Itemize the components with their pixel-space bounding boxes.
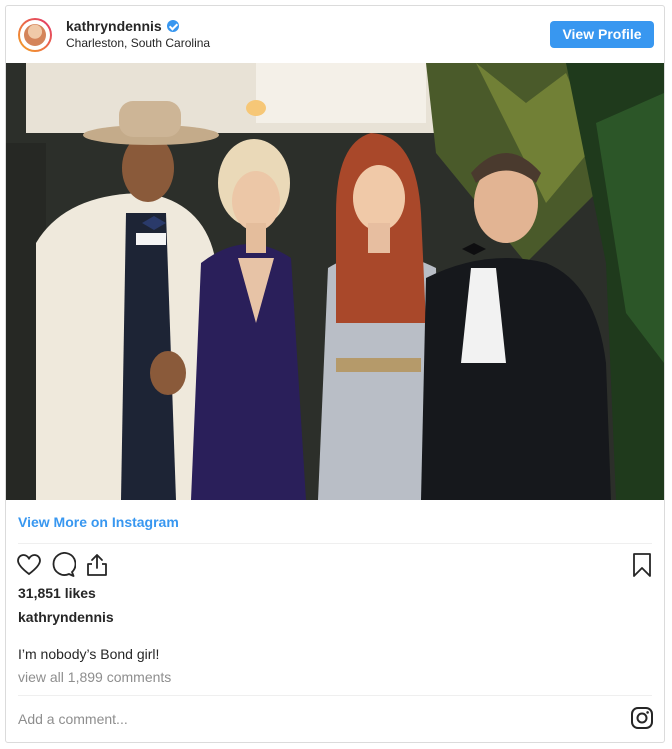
avatar[interactable]	[18, 18, 52, 52]
post-header: kathryndennis Charleston, South Carolina…	[6, 6, 664, 63]
caption-text: I’m nobody’s Bond girl!	[18, 646, 160, 662]
view-profile-button[interactable]: View Profile	[550, 21, 654, 48]
caption-username[interactable]: kathryndennis	[18, 609, 114, 625]
location-link[interactable]: Charleston, South Carolina	[66, 36, 210, 50]
username-link[interactable]: kathryndennis	[66, 18, 162, 34]
view-comments-link[interactable]: view all 1,899 comments	[18, 669, 171, 685]
comment-icon[interactable]	[50, 552, 76, 578]
bookmark-icon[interactable]	[630, 552, 654, 578]
view-more-link[interactable]: View More on Instagram	[18, 514, 179, 530]
instagram-icon[interactable]	[630, 706, 654, 730]
divider	[18, 543, 652, 544]
divider	[18, 695, 652, 696]
instagram-embed-card: kathryndennis Charleston, South Carolina…	[5, 5, 665, 743]
avatar-image	[20, 20, 50, 50]
username-row: kathryndennis	[66, 18, 179, 34]
heart-icon[interactable]	[16, 552, 42, 578]
post-photo[interactable]	[6, 63, 664, 500]
share-icon[interactable]	[84, 552, 110, 578]
verified-badge-icon	[166, 20, 179, 32]
add-comment-field[interactable]: Add a comment...	[18, 711, 128, 727]
likes-count: 31,851 likes	[18, 585, 96, 601]
action-bar	[16, 552, 110, 578]
post-photo-image	[6, 63, 664, 500]
